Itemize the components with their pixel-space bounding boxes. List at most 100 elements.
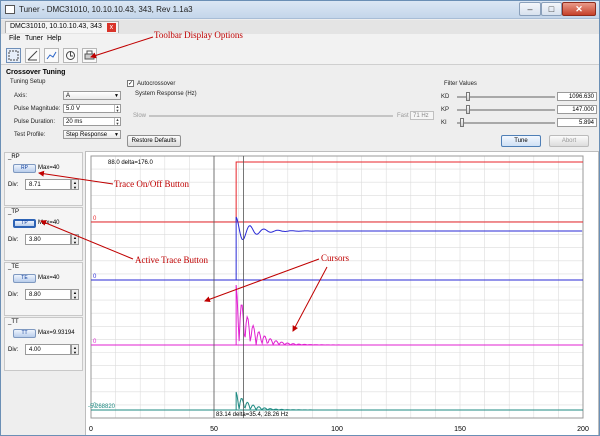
zero-label: 0 (93, 339, 97, 345)
pulse-magnitude-value: 5.0 V (66, 106, 81, 112)
trace-toggle-button[interactable]: TT (13, 329, 36, 338)
div-label: Div: (8, 347, 19, 353)
kp-slider[interactable] (457, 109, 555, 111)
trace-max: Max=9.93194 (38, 330, 75, 336)
chart-view-icon[interactable] (44, 48, 59, 63)
pulse-duration-label: Pulse Duration: (14, 119, 56, 125)
trace-name: _TE (8, 264, 20, 270)
menu-file[interactable]: File (9, 35, 20, 42)
trace-max: Max=40 (38, 220, 60, 226)
axis-label: Axis: (14, 93, 28, 99)
system-response-slider[interactable] (149, 115, 393, 117)
capture-icon[interactable] (63, 48, 78, 63)
axis-select[interactable]: A ▼ (63, 91, 121, 100)
document-tab-label: DMC31010, 10.10.10.43, 343 (10, 23, 102, 30)
trace-toggle-button[interactable]: TP (13, 219, 36, 228)
slow-label: Slow (133, 113, 147, 119)
menu-tuner[interactable]: Tuner (25, 35, 43, 42)
trace-view-icon[interactable] (6, 48, 21, 63)
window-title: Tuner - DMC31010, 10.10.10.43, 343, Rev … (19, 5, 193, 14)
cursor-bottom-readout: 83.14 delta=35.4, 28.26 Hz (216, 412, 288, 418)
trace-panel-tp: _TP TP Max=40 Div: 3.80 ▲ ▼ (4, 207, 83, 261)
x-tick-label: 150 (454, 426, 466, 433)
trace-panel-te: _TE TE Max=40 Div: 8.80 ▲ ▼ (4, 262, 83, 316)
div-spin-icon[interactable]: ▲ ▼ (71, 344, 79, 355)
div-spin-icon[interactable]: ▲ ▼ (71, 289, 79, 300)
zero-label: 0 (93, 274, 97, 280)
pulse-duration-value: 20 ms (66, 119, 83, 125)
div-field[interactable]: 8.80 (25, 289, 71, 300)
left-readout: -5.268820 (88, 404, 116, 410)
trace-max: Max=40 (38, 275, 60, 281)
test-profile-select[interactable]: Step Response ▼ (63, 130, 121, 139)
abort-button[interactable]: Abort (549, 135, 589, 147)
system-response-label: System Response (Hz) (135, 91, 197, 97)
tuning-setup-title: Tuning Setup (10, 79, 46, 85)
div-spin-icon[interactable]: ▲ ▼ (71, 179, 79, 190)
zero-label: 0 (93, 216, 97, 222)
maximize-button[interactable]: □ (541, 2, 562, 16)
test-profile-value: Step Response (66, 132, 108, 138)
div-label: Div: (8, 292, 19, 298)
crossover-tuning-title: Crossover Tuning (6, 69, 66, 76)
kd-value[interactable]: 1096.630 (557, 92, 597, 101)
kd-slider[interactable] (457, 96, 555, 98)
spin-icon[interactable]: ▲ ▼ (114, 105, 120, 113)
pulse-duration-field[interactable]: 20 ms ▲ ▼ (63, 117, 121, 126)
minimize-button[interactable]: – (519, 2, 541, 16)
trace-plot-canvas[interactable]: 00000 50 100 150 20088.0 delta=176.083.14 de… (86, 152, 600, 436)
spin-icon[interactable]: ▲ ▼ (114, 118, 120, 126)
kp-label: KP (441, 107, 450, 113)
div-spin-icon[interactable]: ▲ ▼ (71, 234, 79, 245)
div-field[interactable]: 4.00 (25, 344, 71, 355)
restore-defaults-button[interactable]: Restore Defaults (127, 135, 181, 147)
cursor-view-icon[interactable] (25, 48, 40, 63)
kp-value[interactable]: 147.000 (557, 105, 597, 114)
toolbar-annotation: Toolbar Display Options (154, 30, 243, 40)
trace-panel-rp: _RP RP Max=40 Div: 8.71 ▲ ▼ (4, 152, 83, 206)
pulse-magnitude-label: Pulse Magnitude: (14, 106, 61, 112)
title-bar[interactable]: Tuner - DMC31010, 10.10.10.43, 343, Rev … (1, 1, 599, 19)
document-tab[interactable]: DMC31010, 10.10.10.43, 343 x (5, 21, 119, 33)
active-trace-annotation: Active Trace Button (135, 255, 208, 265)
trace-toggle-button[interactable]: TE (13, 274, 36, 283)
print-icon[interactable] (82, 48, 97, 63)
tuner-window: Tuner - DMC31010, 10.10.10.43, 343, Rev … (0, 0, 600, 436)
x-tick-label: 200 (577, 426, 589, 433)
menu-bar: File Tuner Help (1, 34, 599, 46)
tune-button[interactable]: Tune (501, 135, 541, 147)
x-tick-label: 100 (331, 426, 343, 433)
pulse-magnitude-field[interactable]: 5.0 V ▲ ▼ (63, 104, 121, 113)
autocrossover-checkbox[interactable]: ✓ (127, 80, 134, 87)
cursors-annotation: Cursors (321, 253, 350, 263)
filter-values-title: Filter Values (444, 81, 477, 87)
ki-value[interactable]: 5.894 (557, 118, 597, 127)
system-response-value: 71 Hz (410, 111, 434, 120)
document-tab-bar: DMC31010, 10.10.10.43, 343 x (1, 20, 599, 34)
x-tick-label: 0 (89, 426, 93, 433)
ki-slider-thumb[interactable] (459, 118, 464, 127)
div-label: Div: (8, 237, 19, 243)
trace-name: _TP (8, 209, 20, 215)
app-icon (5, 5, 15, 14)
close-tab-icon[interactable]: x (106, 23, 116, 32)
menu-help[interactable]: Help (47, 35, 61, 42)
cursor-top-readout: 88.0 delta=176.0 (108, 160, 154, 166)
trace-toggle-button[interactable]: RP (13, 164, 36, 173)
chevron-down-icon: ▼ (114, 93, 119, 99)
ki-slider[interactable] (457, 122, 555, 124)
div-field[interactable]: 3.80 (25, 234, 71, 245)
div-field[interactable]: 8.71 (25, 179, 71, 190)
kd-slider-thumb[interactable] (466, 92, 471, 101)
fast-label: Fast (397, 113, 409, 119)
trace-panel-tt: _TT TT Max=9.93194 Div: 4.00 ▲ ▼ (4, 317, 83, 371)
trace-plot[interactable]: 0 0 0 0 0 50 100 150 200 88.0 delta=176.0 83.14 de… (85, 151, 600, 436)
kp-slider-thumb[interactable] (466, 105, 471, 114)
trace-name: _RP (8, 154, 20, 160)
close-window-button[interactable]: ✕ (562, 2, 596, 16)
x-tick-label: 50 (210, 426, 218, 433)
div-label: Div: (8, 182, 19, 188)
trace-toggle-annotation: Trace On/Off Button (114, 179, 189, 189)
autocrossover-label: Autocrossover (137, 81, 176, 87)
toolbar (1, 46, 599, 65)
